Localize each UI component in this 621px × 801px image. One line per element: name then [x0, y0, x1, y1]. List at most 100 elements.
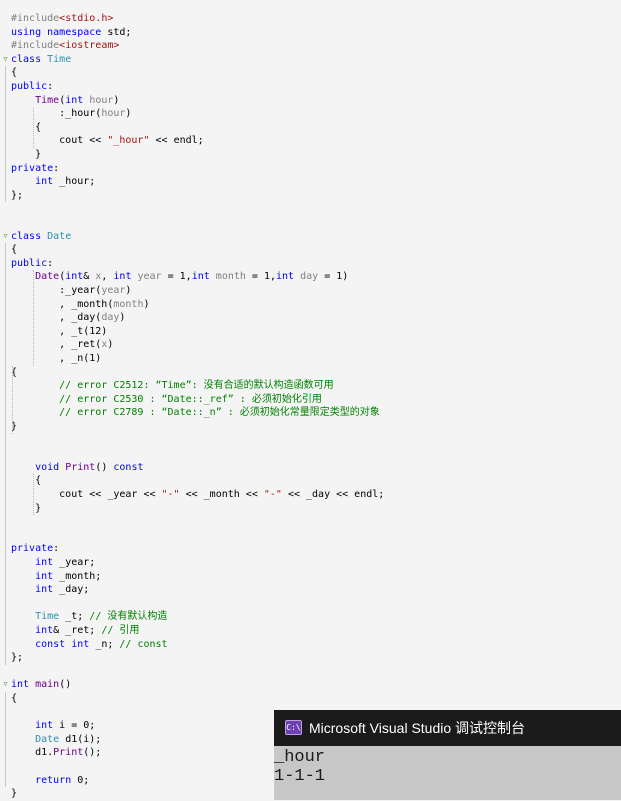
code-token: {: [11, 693, 18, 704]
code-token: public: [11, 81, 48, 92]
code-token: (): [59, 679, 72, 691]
code-token: , _ret(: [11, 339, 102, 351]
code-token: // error C2512: “Time”: 没有合适的默认构造函数可用: [11, 380, 334, 392]
code-token: int: [35, 557, 54, 568]
fold-region-bar: [5, 692, 6, 788]
fold-toggle-icon[interactable]: ▽: [2, 55, 9, 63]
code-token: "-": [263, 489, 282, 500]
code-line: :_hour(hour): [11, 107, 131, 121]
code-line: cout << _year << "-" << _month << "-" <<…: [11, 488, 384, 502]
code-line: Date d1(i);: [11, 733, 101, 747]
code-token: _t;: [59, 611, 90, 623]
code-line: // error C2789 : “Date::_n” : 必须初始化常量限定类…: [11, 406, 380, 420]
console-output: _hour 1-1-1: [274, 748, 621, 786]
code-token: <stdio.h>: [59, 13, 114, 24]
code-token: int: [191, 271, 210, 283]
code-token: return: [35, 774, 72, 786]
code-line: {: [11, 692, 17, 706]
code-line: }: [11, 502, 41, 516]
code-line: int i = 0;: [11, 719, 95, 733]
code-token: #include: [11, 13, 60, 24]
console-output-line: _hour: [274, 748, 326, 767]
code-token: // 没有默认构造: [89, 611, 168, 623]
code-token: << _month <<: [179, 489, 264, 500]
code-token: {: [11, 121, 42, 133]
debug-console-window[interactable]: C:\ Microsoft Visual Studio 调试控制台 _hour …: [274, 710, 621, 800]
code-token: d1(i);: [59, 733, 102, 745]
code-token: , _month(: [11, 298, 114, 310]
code-token: void: [35, 461, 60, 473]
code-token: &: [83, 271, 96, 283]
code-token: const: [35, 638, 66, 650]
code-token: << endl;: [149, 135, 204, 147]
code-token: Print: [53, 747, 84, 759]
code-token: // const: [119, 638, 168, 650]
code-line: int _day;: [11, 583, 89, 597]
code-token: private: [11, 162, 54, 174]
code-token: "_hour": [107, 135, 150, 147]
code-token: int: [65, 94, 84, 106]
code-line: int _hour;: [11, 175, 95, 189]
code-line: {: [11, 66, 17, 80]
code-token: _year;: [53, 557, 96, 568]
code-token: year: [101, 285, 126, 296]
code-line: {: [11, 121, 41, 135]
code-line: d1.Print();: [11, 746, 101, 760]
code-token: hour: [89, 94, 114, 106]
code-token: _month;: [53, 570, 102, 582]
indent-guide: [33, 474, 34, 516]
code-token: std;: [101, 26, 132, 38]
code-token: Date: [47, 230, 72, 242]
code-line: :_year(year): [11, 284, 131, 298]
code-line: #include<iostream>: [11, 39, 119, 53]
code-token: int: [11, 679, 30, 691]
code-line: };: [11, 651, 23, 665]
code-token: cout <<: [11, 135, 108, 147]
code-line: private:: [11, 542, 59, 556]
console-app-icon: C:\: [285, 720, 302, 735]
fold-toggle-icon[interactable]: ▽: [2, 232, 9, 240]
code-token: {: [11, 475, 42, 487]
code-token: month: [215, 271, 246, 283]
code-token: }: [11, 502, 42, 514]
code-line: cout << "_hour" << endl;: [11, 134, 204, 148]
fold-toggle-icon[interactable]: ▽: [2, 681, 9, 688]
code-line: // error C2530 : “Date::_ref” : 必须初始化引用: [11, 393, 322, 407]
code-token: }: [11, 788, 18, 800]
code-token: hour: [101, 108, 126, 120]
code-token: << _day << endl;: [281, 489, 385, 500]
code-token: :_hour(: [11, 108, 102, 120]
indent-guide: [33, 270, 34, 366]
code-line: }: [11, 148, 41, 162]
console-title-bar[interactable]: C:\ Microsoft Visual Studio 调试控制台: [274, 710, 621, 746]
code-line: int _year;: [11, 556, 95, 570]
code-line: {: [11, 243, 17, 257]
code-token: };: [11, 652, 24, 664]
code-token: class: [11, 53, 42, 65]
code-line: int _month;: [11, 570, 101, 584]
code-token: using: [11, 26, 42, 38]
console-output-line: 1-1-1: [274, 767, 326, 786]
code-token: // error C2789 : “Date::_n” : 必须初始化常量限定类…: [11, 407, 380, 419]
code-line: using namespace std;: [11, 26, 131, 40]
code-editor[interactable]: #include<stdio.h> using namespace std; #in…: [0, 0, 621, 800]
indent-guide: [33, 107, 34, 148]
code-token: int: [35, 720, 54, 732]
code-token: i = 0;: [53, 720, 96, 732]
code-token: month: [113, 298, 144, 310]
code-line: }: [11, 787, 17, 801]
code-line: Time _t; // 没有默认构造: [11, 610, 167, 624]
code-token: = 1,: [161, 271, 192, 283]
code-line: {: [11, 474, 41, 488]
code-token: int: [35, 570, 54, 582]
code-token: :: [47, 257, 54, 269]
code-token: private: [11, 543, 54, 555]
